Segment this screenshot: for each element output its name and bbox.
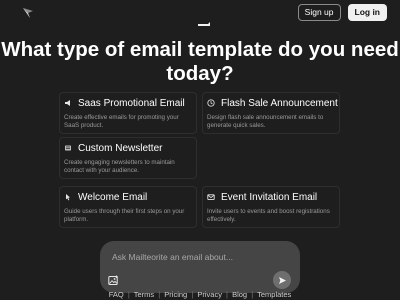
page-title: What type of email template do you need … [1,38,399,85]
auth-buttons: Sign up Log in [297,4,387,21]
clock-icon [207,99,215,107]
card-title: Saas Promotional Email [78,97,185,109]
prompt-composer [100,241,300,293]
card-title: Event Invitation Email [221,191,318,203]
card-description: Guide users through their first steps on… [64,208,185,223]
send-button[interactable] [273,271,291,289]
footer-link-terms[interactable]: Terms [134,290,154,299]
card-description: Create engaging newsletters to maintain … [64,159,175,174]
footer-link-blog[interactable]: Blog [232,290,247,299]
newspaper-icon [64,144,72,152]
envelope-icon [207,193,215,201]
footer-separator: | [251,290,254,299]
card-title: Welcome Email [78,191,148,203]
image-upload-icon[interactable] [108,275,119,286]
footer-links: FAQ | Terms | Pricing | Privacy | Blog |… [0,290,400,299]
card-title: Custom Newsletter [78,142,163,154]
footer-link-templates[interactable]: Templates [257,290,291,299]
card-description: Invite users to events and boost registr… [207,208,330,223]
template-card-welcome-email[interactable]: Welcome Email Guide users through their … [59,186,197,228]
signup-button[interactable]: Sign up [297,4,341,21]
template-card-event-invitation[interactable]: Event Invitation Email Invite users to e… [202,186,340,228]
footer-separator: | [191,290,194,299]
card-description: Create effective emails for promoting yo… [64,114,179,129]
footer-link-pricing[interactable]: Pricing [164,290,187,299]
footer-separator: | [158,290,161,299]
template-card-flash-sale[interactable]: Flash Sale Announcement Design flash sal… [202,92,340,134]
send-icon [278,276,286,284]
footer-link-faq[interactable]: FAQ [109,290,124,299]
footer-separator: | [226,290,228,299]
login-button[interactable]: Log in [347,4,387,21]
megaphone-icon [64,99,72,107]
footer-separator: | [127,290,130,299]
brand-mark-icon [198,22,210,26]
template-card-saas-promotional[interactable]: Saas Promotional Email Create effective … [59,92,197,134]
pointer-icon [64,193,72,201]
footer-link-privacy[interactable]: Privacy [197,290,222,299]
card-description: Design flash sale announcement emails to… [207,114,324,129]
logo-icon[interactable] [21,6,35,20]
template-card-custom-newsletter[interactable]: Custom Newsletter Create engaging newsle… [59,137,197,179]
prompt-input[interactable] [112,250,282,264]
card-title: Flash Sale Announcement [221,97,338,109]
